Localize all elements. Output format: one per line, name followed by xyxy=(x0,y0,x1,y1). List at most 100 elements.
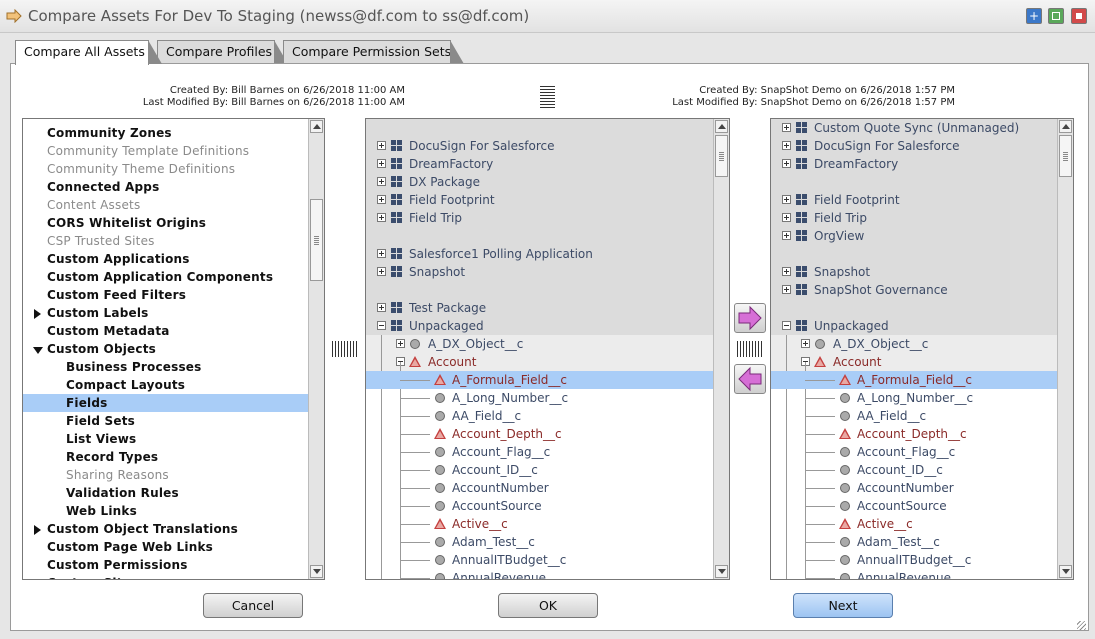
field-node[interactable]: Adam_Test__c xyxy=(366,533,714,551)
field-node[interactable]: Active__c xyxy=(771,515,1058,533)
category-item[interactable]: Custom Object Translations xyxy=(23,520,309,538)
category-item[interactable]: Custom Application Components xyxy=(23,268,309,286)
field-node[interactable]: AccountNumber xyxy=(771,479,1058,497)
scroll-up-button[interactable] xyxy=(715,120,728,133)
field-node[interactable]: AccountSource xyxy=(771,497,1058,515)
category-item[interactable]: Content Assets xyxy=(23,196,309,214)
package-node[interactable]: Unpackaged xyxy=(366,317,714,335)
category-item[interactable]: Sharing Reasons xyxy=(23,466,309,484)
category-item[interactable]: Custom Objects xyxy=(23,340,309,358)
package-node[interactable]: DocuSign For Salesforce xyxy=(366,137,714,155)
category-scrollbar[interactable] xyxy=(308,119,324,579)
expand-icon[interactable] xyxy=(801,339,810,348)
category-item[interactable]: Custom Permissions xyxy=(23,556,309,574)
restore-icon[interactable] xyxy=(1048,8,1064,24)
category-item[interactable]: Community Zones xyxy=(23,124,309,142)
field-node[interactable]: AnnualRevenue xyxy=(366,569,714,579)
field-node[interactable]: Account_Flag__c xyxy=(366,443,714,461)
category-item[interactable]: Compact Layouts xyxy=(23,376,309,394)
scroll-down-button[interactable] xyxy=(310,565,323,578)
package-node[interactable]: OrgView xyxy=(771,227,1058,245)
copy-to-source-button[interactable] xyxy=(734,364,766,394)
package-node[interactable]: Snapshot xyxy=(771,263,1058,281)
source-tree-scrollbar[interactable] xyxy=(713,119,729,579)
category-item[interactable]: Business Processes xyxy=(23,358,309,376)
collapse-icon[interactable] xyxy=(782,321,791,330)
object-node[interactable]: A_DX_Object__c xyxy=(366,335,714,353)
target-tree-scrollbar[interactable] xyxy=(1057,119,1073,579)
scroll-up-button[interactable] xyxy=(310,120,323,133)
asset-category-list[interactable]: Community Zones Community Template Defini… xyxy=(22,118,325,580)
tab-compare-all-assets[interactable]: Compare All Assets xyxy=(15,40,162,65)
package-node[interactable]: Custom Quote Sync (Unmanaged) xyxy=(771,119,1058,137)
field-node[interactable]: AA_Field__c xyxy=(366,407,714,425)
category-item[interactable]: Connected Apps xyxy=(23,178,309,196)
splitter-handle[interactable] xyxy=(332,341,358,357)
category-item[interactable]: CORS Whitelist Origins xyxy=(23,214,309,232)
copy-to-target-button[interactable] xyxy=(734,303,766,333)
field-node[interactable]: A_Formula_Field__c xyxy=(366,371,714,389)
package-node[interactable]: DocuSign For Salesforce xyxy=(771,137,1058,155)
category-item[interactable]: Custom Applications xyxy=(23,250,309,268)
expand-icon[interactable] xyxy=(782,213,791,222)
category-item[interactable]: Community Theme Definitions xyxy=(23,160,309,178)
expand-arrow-icon[interactable] xyxy=(34,309,41,319)
category-item[interactable]: Web Links xyxy=(23,502,309,520)
field-node[interactable]: Account_Depth__c xyxy=(366,425,714,443)
category-item[interactable]: Custom Page Web Links xyxy=(23,538,309,556)
expand-icon[interactable] xyxy=(377,159,386,168)
package-node[interactable]: Snapshot xyxy=(366,263,714,281)
category-item[interactable]: Custom Labels xyxy=(23,304,309,322)
expand-icon[interactable] xyxy=(377,195,386,204)
source-asset-tree[interactable]: DocuSign For Salesforce DreamFactory DX Pa… xyxy=(365,118,730,580)
category-item[interactable]: CSP Trusted Sites xyxy=(23,232,309,250)
scroll-down-button[interactable] xyxy=(715,565,728,578)
field-node[interactable]: Account_Flag__c xyxy=(771,443,1058,461)
scroll-thumb[interactable] xyxy=(715,135,728,177)
field-node[interactable]: AccountSource xyxy=(366,497,714,515)
field-node[interactable]: AnnualITBudget__c xyxy=(771,551,1058,569)
expand-icon[interactable] xyxy=(396,339,405,348)
splitter-handle[interactable] xyxy=(540,86,555,110)
tab-compare-permission-sets[interactable]: Compare Permission Sets xyxy=(283,40,464,64)
scroll-thumb[interactable] xyxy=(1059,135,1072,177)
field-node[interactable]: Adam_Test__c xyxy=(771,533,1058,551)
field-node[interactable]: A_Long_Number__c xyxy=(771,389,1058,407)
next-button[interactable]: Next xyxy=(793,593,893,618)
collapse-arrow-icon[interactable] xyxy=(33,347,43,354)
expand-icon[interactable] xyxy=(782,195,791,204)
scroll-down-button[interactable] xyxy=(1059,565,1072,578)
category-item[interactable]: Custom Feed Filters xyxy=(23,286,309,304)
package-node[interactable]: Salesforce1 Polling Application xyxy=(366,245,714,263)
package-node[interactable]: DreamFactory xyxy=(366,155,714,173)
expand-icon[interactable] xyxy=(377,141,386,150)
field-node[interactable]: A_Long_Number__c xyxy=(366,389,714,407)
field-node[interactable]: Account_Depth__c xyxy=(771,425,1058,443)
collapse-icon[interactable] xyxy=(377,321,386,330)
field-node[interactable]: AccountNumber xyxy=(366,479,714,497)
package-node[interactable]: Field Trip xyxy=(771,209,1058,227)
package-node[interactable]: DreamFactory xyxy=(771,155,1058,173)
field-node[interactable]: A_Formula_Field__c xyxy=(771,371,1058,389)
scroll-up-button[interactable] xyxy=(1059,120,1072,133)
field-node[interactable]: AA_Field__c xyxy=(771,407,1058,425)
category-item[interactable]: Fields xyxy=(23,394,309,412)
expand-icon[interactable] xyxy=(782,267,791,276)
category-item[interactable]: Field Sets xyxy=(23,412,309,430)
cancel-button[interactable]: Cancel xyxy=(203,593,303,618)
field-node[interactable]: Account_ID__c xyxy=(366,461,714,479)
tab-compare-profiles[interactable]: Compare Profiles xyxy=(157,40,288,64)
expand-icon[interactable] xyxy=(377,213,386,222)
expand-icon[interactable] xyxy=(782,159,791,168)
category-item[interactable]: Custom Metadata xyxy=(23,322,309,340)
expand-icon[interactable] xyxy=(377,177,386,186)
splitter-handle[interactable] xyxy=(737,341,763,357)
object-node[interactable]: A_DX_Object__c xyxy=(771,335,1058,353)
package-node[interactable]: Field Footprint xyxy=(366,191,714,209)
expand-icon[interactable] xyxy=(377,249,386,258)
category-item[interactable]: Validation Rules xyxy=(23,484,309,502)
target-asset-tree[interactable]: Custom Quote Sync (Unmanaged) DocuSign Fo… xyxy=(770,118,1074,580)
scroll-thumb[interactable] xyxy=(310,199,323,281)
object-node[interactable]: Account xyxy=(771,353,1058,371)
package-node[interactable]: Test Package xyxy=(366,299,714,317)
